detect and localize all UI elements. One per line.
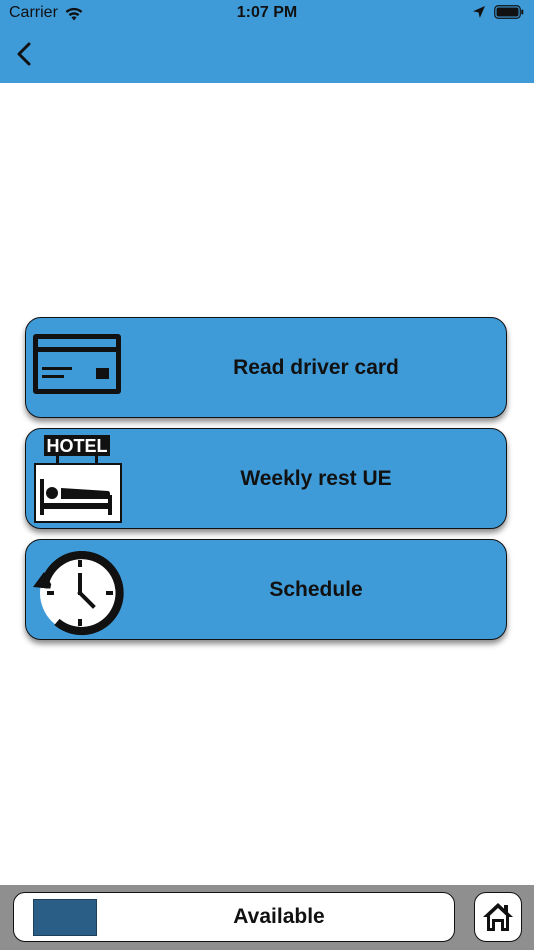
home-button[interactable] bbox=[474, 892, 522, 942]
status-time: 1:07 PM bbox=[236, 4, 298, 21]
battery-icon bbox=[494, 5, 524, 19]
clock-refresh-icon bbox=[30, 544, 124, 636]
schedule-label: Schedule bbox=[269, 577, 363, 601]
schedule-button[interactable]: Schedule bbox=[25, 539, 507, 640]
main-menu: Read driver card HOTEL Weekly rest UE Sc… bbox=[25, 317, 509, 650]
bottom-bar: Available bbox=[0, 885, 534, 950]
driver-status-field[interactable]: Available bbox=[13, 892, 455, 942]
screen: Carrier 1:07 PM Read driver card HOTEL W… bbox=[0, 0, 534, 950]
hotel-bed-icon: HOTEL bbox=[30, 433, 124, 525]
weekly-rest-ue-button[interactable]: HOTEL Weekly rest UE bbox=[25, 428, 507, 529]
top-bar: Carrier 1:07 PM bbox=[0, 0, 534, 83]
chevron-left-icon bbox=[17, 42, 31, 66]
home-icon bbox=[483, 903, 513, 931]
weekly-rest-ue-label: Weekly rest UE bbox=[240, 466, 392, 490]
hotel-sign-text: HOTEL bbox=[47, 436, 108, 456]
driver-card-icon bbox=[30, 322, 124, 414]
location-arrow-icon bbox=[473, 6, 485, 18]
status-label: Available bbox=[233, 905, 325, 928]
read-driver-card-button[interactable]: Read driver card bbox=[25, 317, 507, 418]
read-driver-card-label: Read driver card bbox=[233, 355, 399, 379]
back-button[interactable] bbox=[8, 38, 42, 72]
status-color-swatch bbox=[33, 899, 97, 936]
status-right bbox=[472, 5, 524, 19]
